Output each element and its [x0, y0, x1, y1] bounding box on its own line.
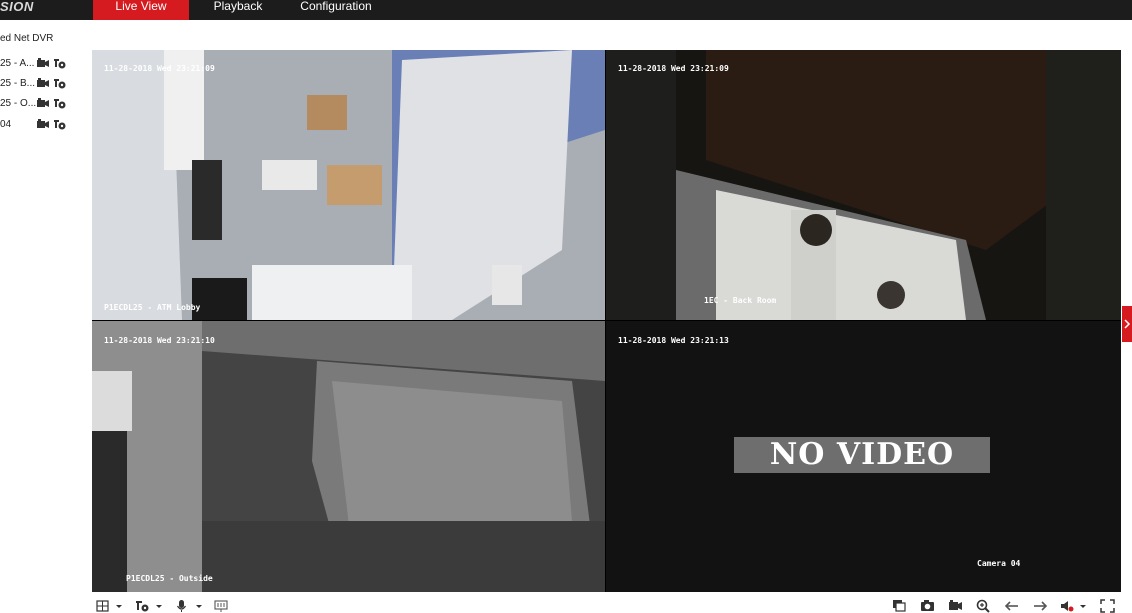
capture-icon[interactable] [920, 599, 936, 613]
next-page-icon[interactable] [1032, 599, 1048, 613]
camera-label: 25 - A... [0, 58, 35, 69]
camera-feed-image [606, 50, 1121, 320]
live-view-toolbar [92, 597, 1121, 613]
camera-list-item[interactable]: 25 - B... [0, 76, 85, 92]
volume-icon[interactable] [1060, 599, 1088, 613]
osd-channel-name: 1EC - Back Room [704, 296, 777, 305]
start-live-icon[interactable] [37, 98, 49, 109]
osd-timestamp: 11-28-2018 Wed 23:21:09 [104, 64, 215, 73]
camera-feed-image [92, 321, 605, 592]
osd-timestamp: 11-28-2018 Wed 23:21:13 [618, 336, 729, 345]
osd-channel-name: P1ECDL25 - Outside [126, 574, 213, 583]
layout-grid-icon[interactable] [96, 599, 124, 613]
camera-list-item[interactable]: 04 [0, 117, 85, 133]
osd-timestamp: 11-28-2018 Wed 23:21:09 [618, 64, 729, 73]
ptz-control-icon[interactable] [54, 58, 66, 69]
start-live-icon[interactable] [37, 119, 49, 130]
camera-list-item[interactable]: 25 - O... [0, 96, 85, 112]
camera-label: 25 - O... [0, 98, 37, 109]
no-video-label: NO VIDEO [734, 437, 990, 473]
tab-live-view[interactable]: Live View [93, 0, 189, 20]
digital-zoom-icon[interactable] [976, 599, 992, 613]
stream-type-icon[interactable] [136, 599, 164, 613]
device-name[interactable]: ed Net DVR [0, 33, 53, 44]
top-navigation-bar: SION Live View Playback Configuration [0, 0, 1132, 20]
record-icon[interactable] [948, 599, 964, 613]
brand-logo: SION [0, 0, 34, 14]
tab-configuration[interactable]: Configuration [288, 0, 384, 20]
video-tile-1[interactable]: 11-28-2018 Wed 23:21:09 P1ECDL25 - ATM L… [92, 50, 605, 320]
start-live-icon[interactable] [37, 78, 49, 89]
osd-timestamp: 11-28-2018 Wed 23:21:10 [104, 336, 215, 345]
camera-label: 25 - B... [0, 78, 36, 89]
fullscreen-icon[interactable] [1100, 599, 1116, 613]
camera-list-sidebar: ed Net DVR 25 - A... 25 - B... 25 - O...… [0, 20, 85, 613]
tab-playback[interactable]: Playback [196, 0, 280, 20]
osd-channel-name: P1ECDL25 - ATM Lobby [104, 303, 201, 312]
camera-feed-image [92, 50, 605, 320]
video-tile-4[interactable]: 11-28-2018 Wed 23:21:13 NO VIDEO Camera … [606, 321, 1121, 592]
chevron-right-icon [1124, 319, 1131, 329]
stop-all-icon[interactable] [892, 599, 908, 613]
all-start-icon[interactable] [214, 599, 230, 613]
collapse-panel-tab[interactable] [1122, 306, 1132, 342]
ptz-control-icon[interactable] [54, 78, 66, 89]
prev-page-icon[interactable] [1004, 599, 1020, 613]
live-view-grid: 11-28-2018 Wed 23:21:09 P1ECDL25 - ATM L… [92, 50, 1121, 592]
camera-list-item[interactable]: 25 - A... [0, 56, 85, 72]
microphone-icon[interactable] [176, 599, 204, 613]
camera-label: 04 [0, 119, 12, 130]
video-tile-3[interactable]: 11-28-2018 Wed 23:21:10 P1ECDL25 - Outsi… [92, 321, 605, 592]
ptz-control-icon[interactable] [54, 119, 66, 130]
ptz-control-icon[interactable] [54, 98, 66, 109]
video-tile-2[interactable]: 11-28-2018 Wed 23:21:09 1EC - Back Room [606, 50, 1121, 320]
start-live-icon[interactable] [37, 58, 49, 69]
osd-channel-name: Camera 04 [977, 559, 1021, 568]
